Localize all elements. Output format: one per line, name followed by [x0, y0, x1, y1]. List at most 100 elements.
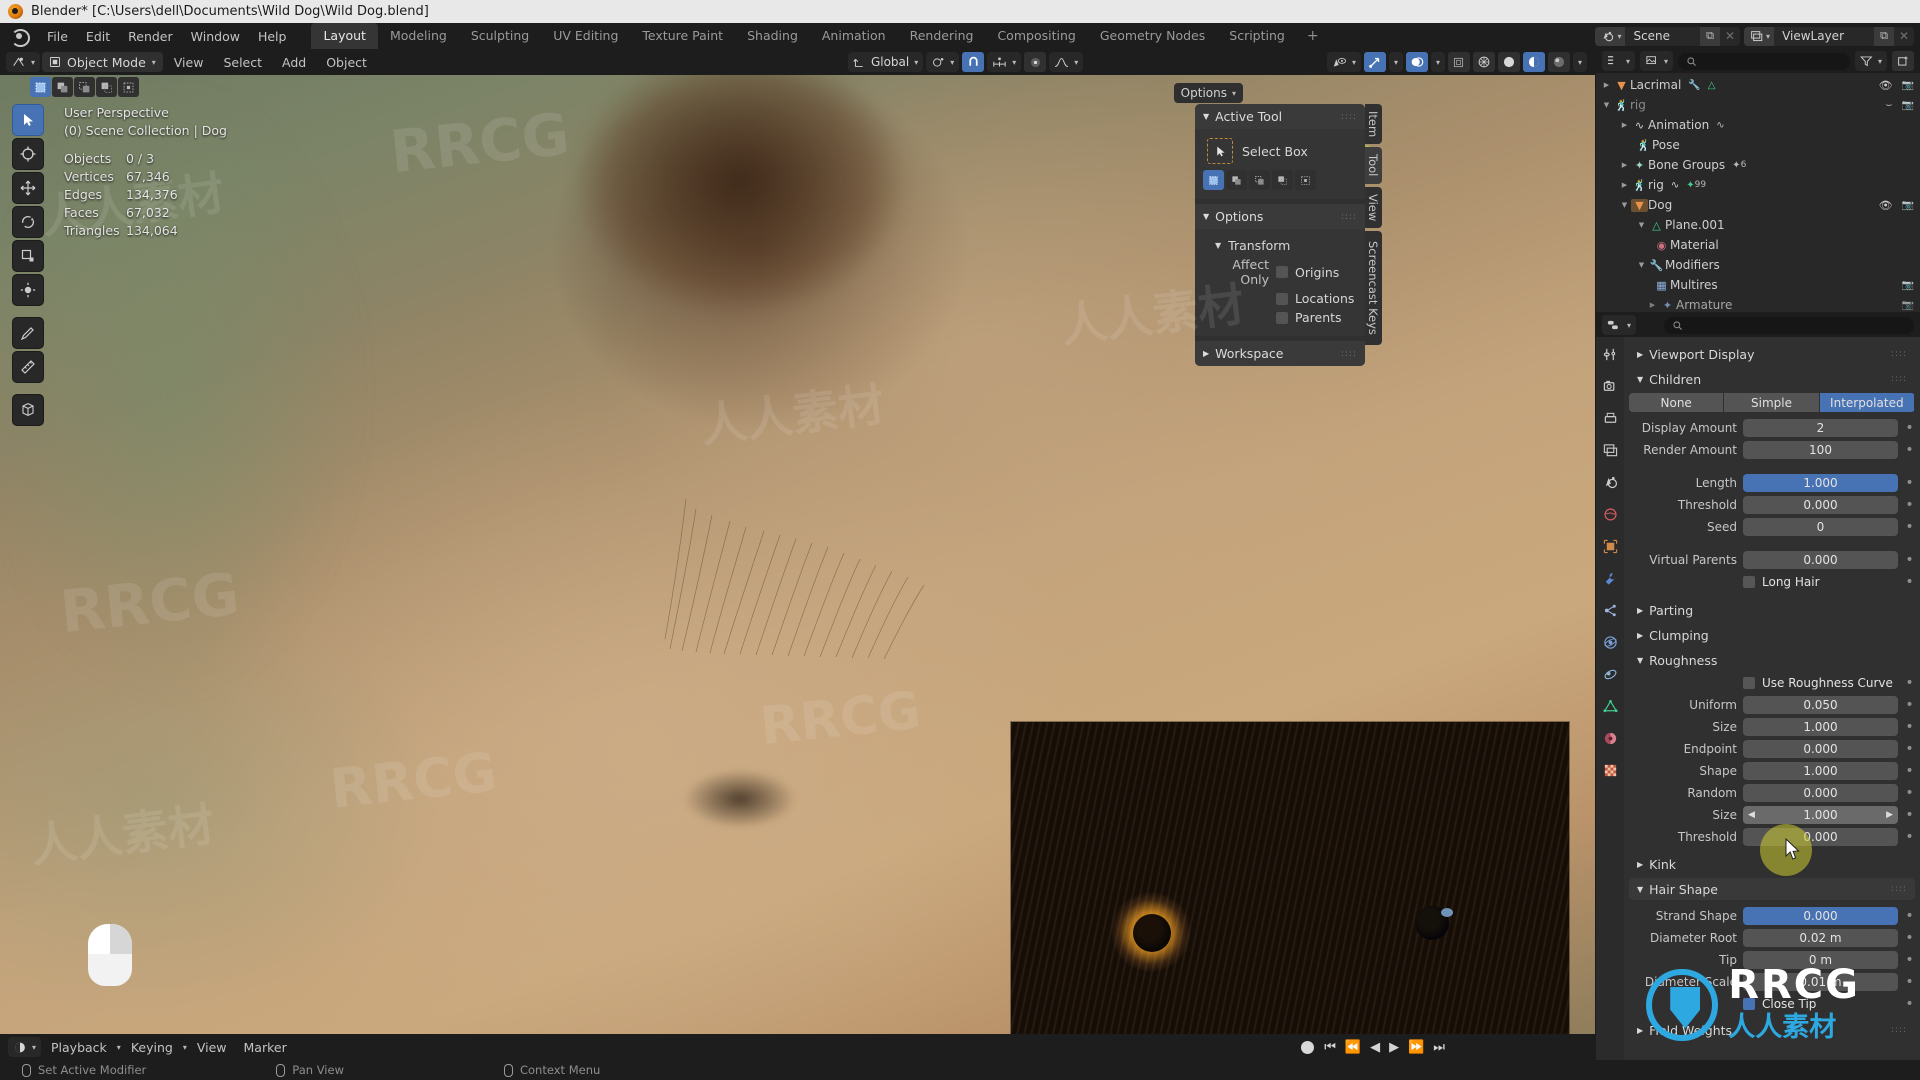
- tab-modeling[interactable]: Modeling: [378, 23, 459, 49]
- tab-uv-editing[interactable]: UV Editing: [541, 23, 630, 49]
- panel-clumping[interactable]: ▶ Clumping: [1629, 624, 1915, 646]
- outliner-row-rig-data[interactable]: ▶ 🕺 rig ∿ ✦ 99: [1596, 175, 1920, 195]
- field-value[interactable]: 0.000: [1743, 907, 1898, 925]
- tool-select-box[interactable]: [12, 104, 44, 136]
- snap-magnet-toggle[interactable]: [962, 52, 985, 72]
- tab-compositing[interactable]: Compositing: [985, 23, 1087, 49]
- field-value[interactable]: 2: [1743, 419, 1898, 437]
- drag-handle-icon[interactable]: ::::: [1341, 349, 1357, 359]
- play-reverse-button[interactable]: ◀: [1370, 1040, 1380, 1055]
- show-gizmo-toggle[interactable]: [1363, 52, 1386, 72]
- remove-viewlayer-button[interactable]: ✕: [1894, 27, 1914, 46]
- outliner-editor[interactable]: ▾ ▾ ▾ ▶ ▼ Lacrimal 🔧 △ 👁 📷 ▼ 🕺 rig ⌣ 📷 ▶…: [1596, 49, 1920, 312]
- new-collection-button[interactable]: [1892, 51, 1914, 71]
- npanel-tab-tool[interactable]: Tool: [1365, 147, 1382, 184]
- npanel-tab-view[interactable]: View: [1365, 186, 1382, 228]
- animate-dot-icon[interactable]: •: [1904, 421, 1915, 435]
- animate-dot-icon[interactable]: •: [1904, 720, 1915, 734]
- panel-viewport-display[interactable]: ▶ Viewport Display ::::: [1629, 343, 1915, 365]
- tab-geometry-nodes[interactable]: Geometry Nodes: [1088, 23, 1217, 49]
- tab-constraint-icon[interactable]: [1601, 665, 1620, 684]
- camera-icon[interactable]: 📷: [1902, 80, 1914, 91]
- drag-handle-icon[interactable]: ::::: [1891, 884, 1907, 894]
- animate-dot-icon[interactable]: •: [1904, 676, 1915, 690]
- tool-move[interactable]: [12, 172, 44, 204]
- outliner-filter-button[interactable]: ▾: [1854, 51, 1887, 71]
- use-roughness-curve-checkbox[interactable]: [1743, 677, 1755, 689]
- children-mode-selector[interactable]: None Simple Interpolated: [1629, 393, 1915, 412]
- timeline-menu-playback[interactable]: Playback: [44, 1037, 114, 1058]
- field-value[interactable]: 0.050: [1743, 696, 1898, 714]
- viewport-menu-add[interactable]: Add: [273, 52, 315, 73]
- camera-icon[interactable]: 📷: [1902, 200, 1914, 211]
- menu-render[interactable]: Render: [119, 26, 182, 47]
- animate-dot-icon[interactable]: •: [1904, 443, 1915, 457]
- tool-transform[interactable]: [12, 274, 44, 306]
- new-scene-button[interactable]: ⧉: [1700, 26, 1721, 46]
- previous-keyframe-button[interactable]: ⏪: [1345, 1040, 1361, 1055]
- animate-dot-icon[interactable]: •: [1904, 997, 1915, 1011]
- npanel-select-subtract[interactable]: [1249, 170, 1270, 190]
- outliner-row-rig[interactable]: ▼ 🕺 rig ⌣ 📷: [1596, 95, 1920, 115]
- tab-particles-icon[interactable]: [1601, 601, 1620, 620]
- panel-parting[interactable]: ▶ Parting: [1629, 599, 1915, 621]
- tab-sculpting[interactable]: Sculpting: [459, 23, 541, 49]
- viewport-options-button[interactable]: Options ▾: [1173, 83, 1243, 103]
- expand-triangle-icon[interactable]: ▶: [1618, 161, 1631, 169]
- outliner-row-lacrimal[interactable]: ▶ ▼ Lacrimal 🔧 △ 👁 📷: [1596, 75, 1920, 95]
- increment-arrow-icon[interactable]: ▶: [1886, 810, 1893, 820]
- use-roughness-curve-control[interactable]: Use Roughness Curve: [1743, 674, 1898, 692]
- field-value[interactable]: 0.000: [1743, 740, 1898, 758]
- panel-hair-shape[interactable]: ▼ Hair Shape ::::: [1629, 878, 1915, 900]
- transform-subpanel-header[interactable]: ▼ Transform: [1203, 236, 1357, 255]
- tab-scene-icon[interactable]: [1601, 473, 1620, 492]
- overlays-settings[interactable]: ▾: [1430, 52, 1445, 72]
- gizmo-settings[interactable]: ▾: [1388, 52, 1403, 72]
- tab-viewlayer-icon[interactable]: [1601, 441, 1620, 460]
- tab-texture-icon[interactable]: [1601, 761, 1620, 780]
- camera-icon[interactable]: 📷: [1902, 300, 1914, 311]
- proportional-editing-toggle[interactable]: [1024, 52, 1047, 72]
- viewlayer-selector[interactable]: ▾ ViewLayer ⧉ ✕: [1744, 26, 1914, 46]
- timeline-menu-keying[interactable]: Keying: [124, 1037, 180, 1058]
- jump-to-start-button[interactable]: ⏮: [1324, 1040, 1336, 1055]
- tab-data-icon[interactable]: [1601, 697, 1620, 716]
- tab-object-icon[interactable]: [1601, 537, 1620, 556]
- editor-type-selector[interactable]: ▾: [6, 52, 41, 72]
- shading-solid-button[interactable]: [1497, 52, 1520, 72]
- shading-rendered-button[interactable]: [1547, 52, 1570, 72]
- timeline-editor[interactable]: ▾ Playback ▾ Keying ▾ View Marker ⏮ ⏪ ◀ …: [0, 1034, 1595, 1060]
- outliner-row-multires[interactable]: ▦ Multires 📷: [1596, 275, 1920, 295]
- outliner-row-bone-groups[interactable]: ▶ ✦ Bone Groups ✦ 6: [1596, 155, 1920, 175]
- tool-rotate[interactable]: [12, 206, 44, 238]
- jump-to-end-button[interactable]: ⏭: [1433, 1040, 1445, 1055]
- panel-children[interactable]: ▼ Children ::::: [1629, 368, 1915, 390]
- active-tool-panel-header[interactable]: ▼ Active Tool ::::: [1195, 104, 1365, 129]
- tab-output-icon[interactable]: [1601, 409, 1620, 428]
- shading-settings[interactable]: ▾: [1572, 52, 1587, 72]
- camera-icon[interactable]: 📷: [1902, 100, 1914, 111]
- select-invert-button[interactable]: [96, 77, 117, 97]
- animate-dot-icon[interactable]: •: [1904, 931, 1915, 945]
- select-set-button[interactable]: [30, 77, 51, 97]
- tab-texture-paint[interactable]: Texture Paint: [630, 23, 735, 49]
- animate-dot-icon[interactable]: •: [1904, 975, 1915, 989]
- npanel-select-intersect[interactable]: [1295, 170, 1316, 190]
- viewport-menu-object[interactable]: Object: [317, 52, 376, 73]
- tab-physics-icon[interactable]: [1601, 633, 1620, 652]
- timeline-menu-marker[interactable]: Marker: [237, 1037, 294, 1058]
- children-mode-none[interactable]: None: [1629, 393, 1725, 412]
- outliner-row-material[interactable]: ◉ Material: [1596, 235, 1920, 255]
- field-value[interactable]: 0: [1743, 518, 1898, 536]
- outliner-display-mode[interactable]: ▾: [1640, 51, 1674, 71]
- outliner-row-modifiers[interactable]: ▼ 🔧 Modifiers: [1596, 255, 1920, 275]
- animate-dot-icon[interactable]: •: [1904, 575, 1915, 589]
- properties-editor-type[interactable]: ▾: [1602, 315, 1637, 335]
- xray-toggle[interactable]: [1447, 52, 1470, 72]
- snap-settings[interactable]: ▾: [987, 52, 1022, 72]
- tab-world-icon[interactable]: [1601, 505, 1620, 524]
- npanel-select-extend[interactable]: [1226, 170, 1247, 190]
- tool-cursor[interactable]: [12, 138, 44, 170]
- panel-roughness[interactable]: ▼ Roughness: [1629, 649, 1915, 671]
- timeline-menu-view[interactable]: View: [190, 1037, 234, 1058]
